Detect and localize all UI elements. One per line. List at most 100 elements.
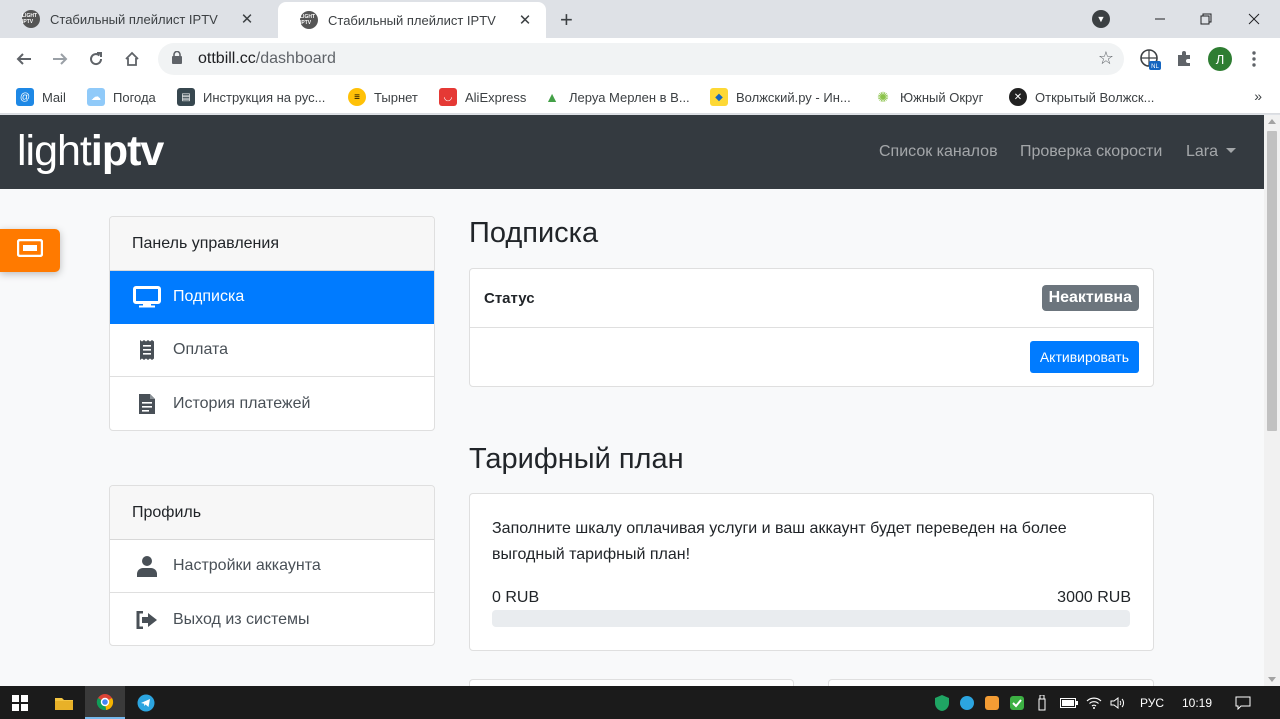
chrome-profile-avatar[interactable]: Л [1208, 47, 1232, 71]
clock[interactable]: 10:19 [1174, 686, 1220, 719]
subscription-card: Статус Неактивна Активировать [469, 268, 1154, 387]
bookmark-label: Инструкция на рус... [203, 89, 326, 105]
tab-title: Стабильный плейлист IPTV [328, 12, 496, 28]
scroll-down-icon[interactable] [1268, 677, 1276, 682]
leroy-icon: ▲ [545, 89, 559, 105]
home-icon[interactable] [120, 47, 144, 71]
forward-icon[interactable] [48, 47, 72, 71]
bookmark-instruction[interactable]: ▤ Инструкция на рус... [177, 86, 325, 108]
nav-channels-link[interactable]: Список каналов [879, 143, 998, 161]
extensions-puzzle-icon[interactable] [1172, 47, 1196, 71]
sidebar-profile-header: Профиль [110, 486, 434, 540]
bookmark-leroy[interactable]: ▲ Леруа Мерлен в В... [543, 86, 690, 108]
sidebar-item-account-settings[interactable]: Настройки аккаунта [110, 540, 434, 593]
bookmark-label: Леруа Мерлен в В... [569, 89, 690, 105]
browser-tab-1[interactable]: LIGHT IPTV Стабильный плейлист IPTV ✕ [0, 0, 268, 38]
vpn-extension-icon[interactable]: NL [1138, 47, 1162, 71]
tab-search-icon[interactable]: ▼ [1092, 10, 1110, 28]
sidebar-item-logout[interactable]: Выход из системы [110, 593, 434, 645]
file-explorer-icon[interactable] [44, 686, 84, 719]
lock-icon[interactable] [172, 50, 186, 67]
restore-icon[interactable] [1182, 0, 1230, 38]
bookmark-volzhsky[interactable]: ◆ Волжский.ру - Ин... [710, 86, 851, 108]
page-scrollbar[interactable] [1264, 115, 1280, 686]
notifications-icon[interactable] [1232, 686, 1254, 719]
close-tab-icon[interactable]: ✕ [238, 10, 256, 28]
status-row: Статус Неактивна [470, 269, 1153, 328]
app-tray-icon[interactable] [983, 686, 1001, 719]
nav-speed-link[interactable]: Проверка скорости [1020, 143, 1162, 161]
windows-start-icon[interactable] [0, 686, 40, 719]
check-tray-icon[interactable] [1008, 686, 1026, 719]
file-list-icon [132, 392, 162, 416]
nav-user-dropdown[interactable]: Lara [1186, 143, 1237, 161]
back-icon[interactable] [12, 47, 36, 71]
bookmark-open[interactable]: ✕ Открытый Волжск... [1009, 86, 1154, 108]
bookmark-south[interactable]: ✺ Южный Округ [874, 86, 983, 108]
sidebar-item-label: Оплата [173, 341, 229, 358]
wifi-icon[interactable] [1084, 686, 1104, 719]
chrome-menu-icon[interactable] [1242, 47, 1266, 71]
volume-icon[interactable] [1108, 686, 1128, 719]
bookmark-mail[interactable]: @ Mail [16, 86, 66, 108]
battery-icon[interactable] [1058, 686, 1080, 719]
close-window-icon[interactable] [1230, 0, 1278, 38]
status-label: Статус [484, 289, 535, 307]
url-path: /dashboard [255, 50, 336, 67]
site-logo[interactable]: lightiptv [17, 127, 164, 176]
browser-tab-2[interactable]: LIGHT IPTV Стабильный плейлист IPTV ✕ [278, 2, 546, 38]
scrollbar-thumb[interactable] [1267, 131, 1277, 431]
volzhsky-icon: ◆ [710, 88, 728, 106]
browser-toolbar: ottbill.cc/dashboard ☆ NL Л [0, 38, 1280, 80]
scroll-up-icon[interactable] [1268, 119, 1276, 124]
address-bar[interactable]: ottbill.cc/dashboard ☆ [158, 43, 1124, 75]
ext-badge: NL [1151, 64, 1159, 70]
document-icon: ▤ [177, 88, 195, 106]
language-indicator[interactable]: РУС [1134, 686, 1170, 719]
sidebar-item-subscription[interactable]: Подписка [110, 271, 434, 324]
telegram-icon[interactable] [126, 686, 166, 719]
sidebar-item-payment-history[interactable]: История платежей [110, 377, 434, 430]
ticket-float-button[interactable] [0, 229, 60, 272]
page-viewport: lightiptv Список каналов Проверка скорос… [0, 115, 1264, 686]
chrome-taskbar-icon[interactable] [85, 686, 125, 719]
tariff-range-max: 3000 RUB [1057, 589, 1131, 606]
lightiptv-favicon: LIGHT IPTV [300, 11, 318, 29]
logo-light-text: light [17, 127, 92, 175]
telegram-tray-icon[interactable] [958, 686, 976, 719]
security-shield-icon[interactable] [933, 686, 951, 719]
new-tab-icon[interactable]: + [560, 7, 573, 33]
bookmark-weather[interactable]: ☁ Погода [87, 86, 156, 108]
bottom-card-right [828, 679, 1154, 686]
open-icon: ✕ [1009, 88, 1027, 106]
sidebar-item-label: Настройки аккаунта [173, 557, 321, 574]
bookmark-tyrnet[interactable]: ≡ Тырнет [348, 86, 418, 108]
lightiptv-favicon: LIGHT IPTV [22, 10, 40, 28]
status-badge: Неактивна [1041, 285, 1139, 311]
bookmark-aliexpress[interactable]: ◡ AliExpress [439, 86, 526, 108]
sidebar-item-label: Подписка [173, 288, 245, 305]
reload-icon[interactable] [84, 47, 108, 71]
close-tab-icon[interactable]: ✕ [516, 11, 534, 29]
sidebar-item-label: Выход из системы [173, 610, 310, 628]
url-host: ottbill.cc [198, 50, 256, 67]
sidebar-item-payment[interactable]: Оплата [110, 324, 434, 377]
activate-button[interactable]: Активировать [1029, 341, 1139, 373]
subscription-actions: Активировать [470, 328, 1153, 386]
bookmark-star-icon[interactable]: ☆ [1098, 48, 1114, 69]
tariff-range-min: 0 RUB [492, 589, 540, 606]
minimize-icon[interactable] [1136, 0, 1184, 38]
weather-icon: ☁ [87, 88, 105, 106]
site-navbar: lightiptv Список каналов Проверка скорос… [0, 115, 1264, 189]
tab-title: Стабильный плейлист IPTV [50, 11, 218, 27]
bookmarks-overflow-icon[interactable]: » [1254, 88, 1262, 104]
caret-down-icon [1226, 148, 1237, 153]
bottom-card-left [469, 679, 794, 686]
usb-icon[interactable] [1034, 686, 1050, 719]
user-icon [132, 554, 162, 578]
sidebar-profile-card: Профиль Настройки аккаунта Выход из сист… [109, 485, 435, 646]
logo-iptv-text: iptv [90, 127, 164, 175]
tariff-description: Заполните шкалу оплачивая услуги и ваш а… [492, 520, 1067, 563]
sign-out-icon [132, 608, 162, 632]
beeline-icon: ≡ [348, 88, 366, 106]
